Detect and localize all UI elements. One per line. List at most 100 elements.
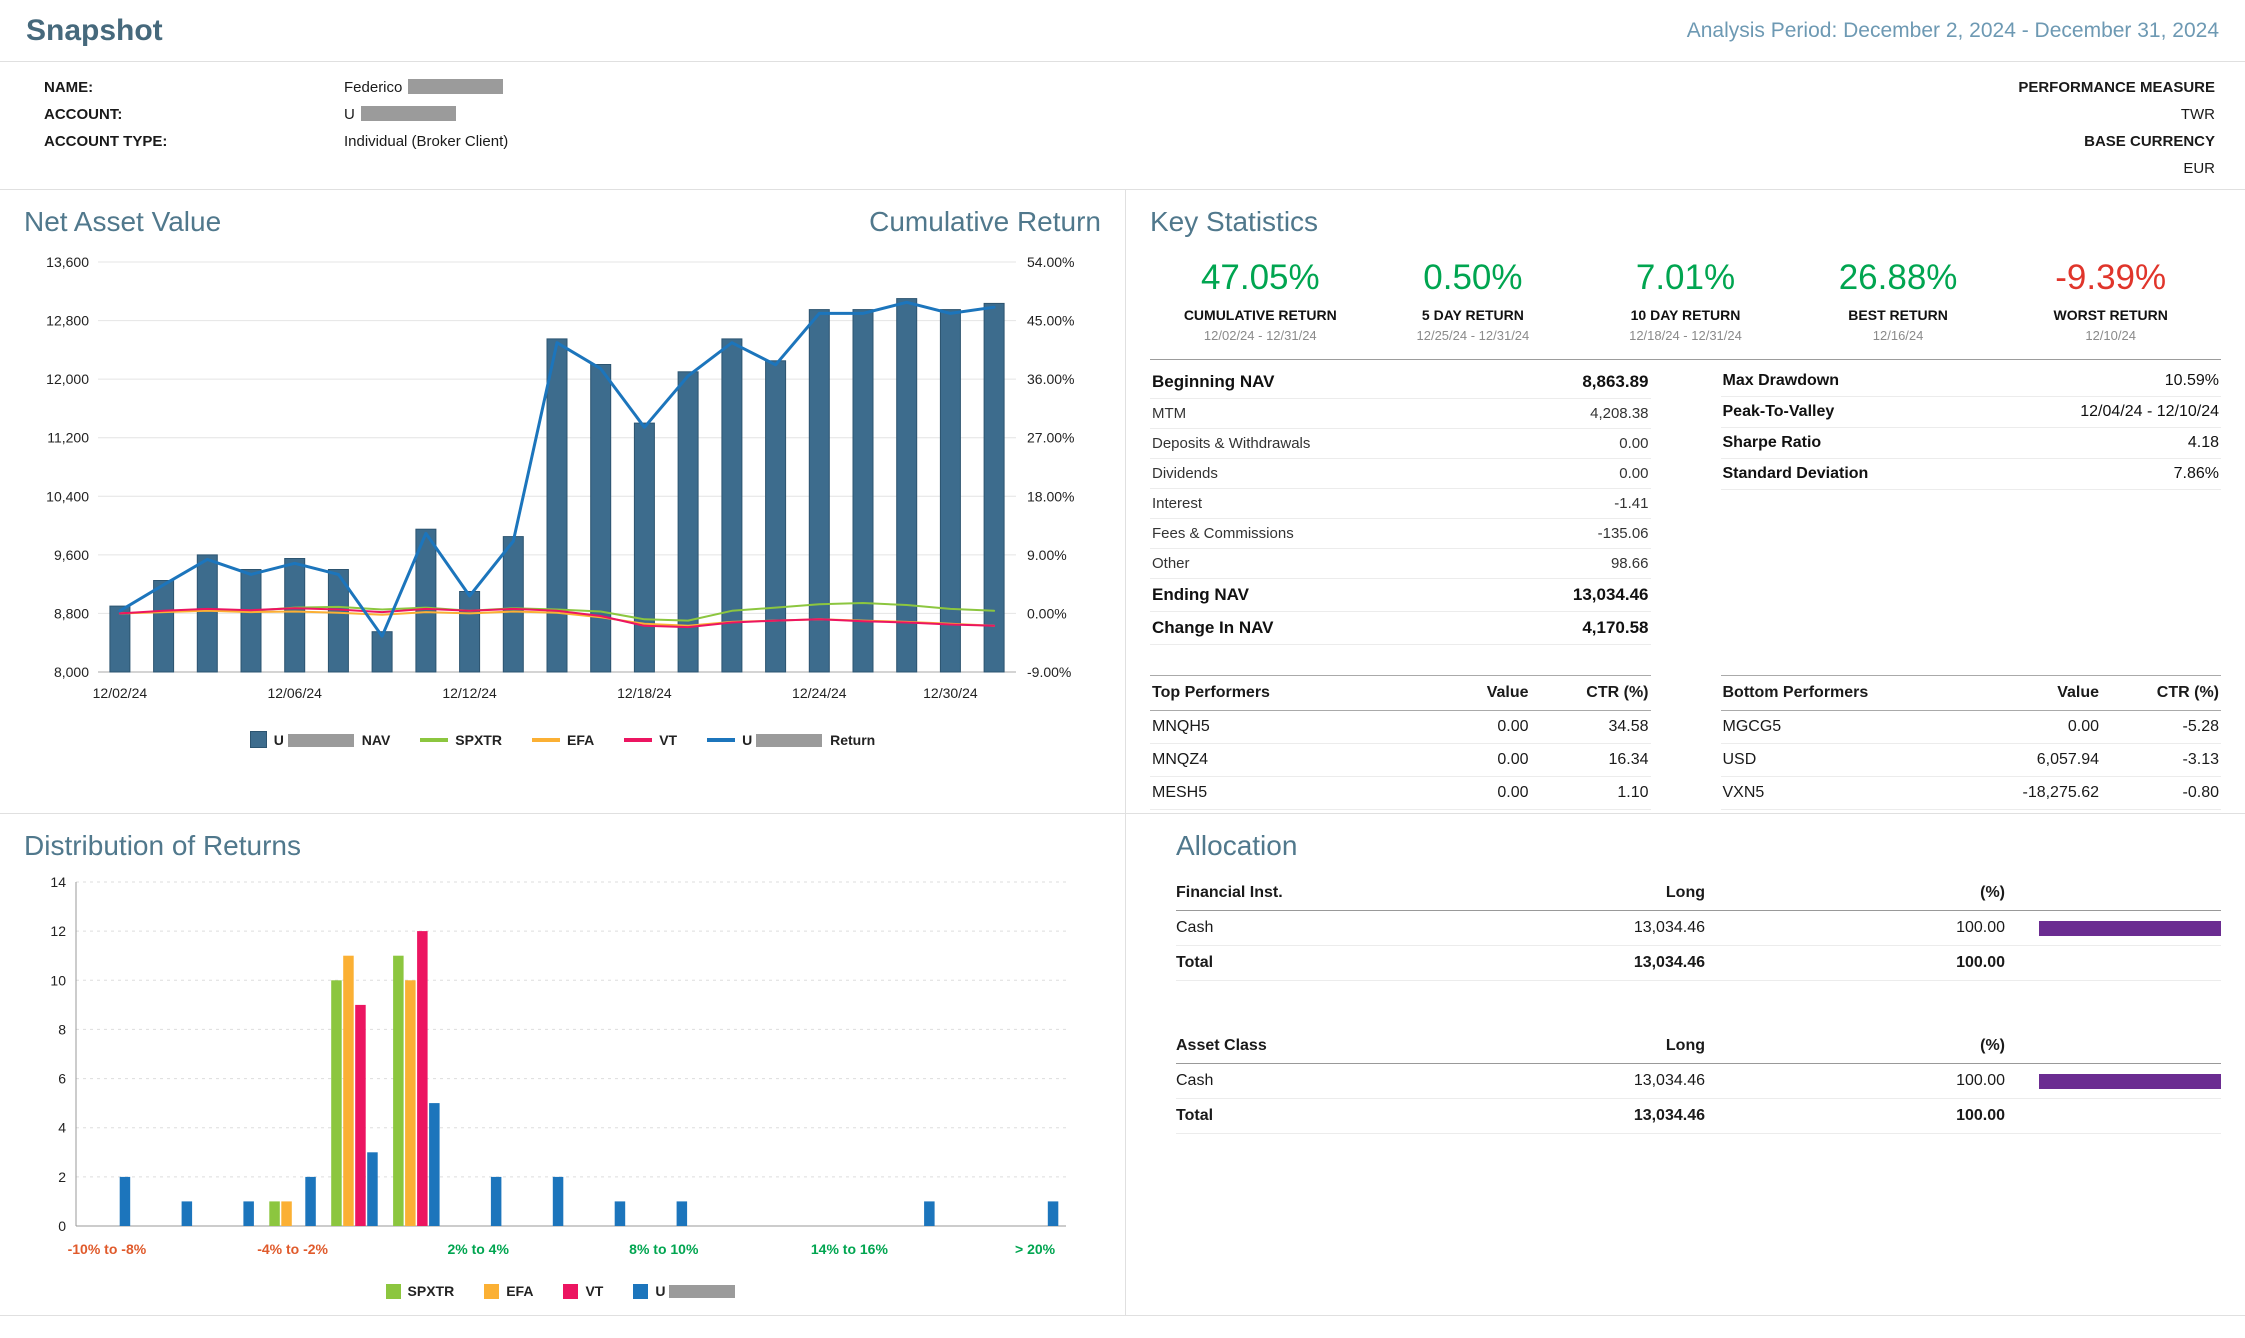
svg-text:54.00%: 54.00% — [1027, 254, 1074, 270]
long-column-header: Long — [1391, 884, 1721, 902]
performer-row: MNQH50.0034.58 — [1150, 711, 1651, 744]
svg-text:8,800: 8,800 — [54, 605, 89, 621]
risk-metric-row: Sharpe Ratio 4.18 — [1721, 428, 2222, 459]
svg-text:13,600: 13,600 — [46, 254, 89, 270]
metric-label: Change In NAV — [1152, 618, 1274, 638]
nav-breakdown-table: Beginning NAV8,863.89MTM4,208.38Deposits… — [1150, 366, 1651, 645]
legend-item: SPXTR — [420, 732, 502, 748]
allocation-table: Asset ClassLong(%)Cash13,034.46100.00Tot… — [1176, 1029, 2221, 1134]
account-info-value: Federico — [344, 74, 503, 101]
account-info-row: NAME:Federico — [44, 74, 508, 101]
allocation-bar — [2039, 1074, 2221, 1089]
stat-period: 12/02/24 - 12/31/24 — [1154, 328, 1367, 343]
metric-label: Standard Deviation — [1723, 465, 1869, 483]
legend-item: EFA — [532, 732, 594, 748]
instrument-ctr: -0.80 — [2099, 784, 2219, 802]
pct-column-header: (%) — [1721, 884, 2021, 902]
legend-marker-efa — [532, 738, 560, 742]
total-label: Total — [1176, 954, 1391, 972]
metric-label: Deposits & Withdrawals — [1152, 435, 1310, 452]
svg-text:2: 2 — [58, 1169, 66, 1185]
svg-text:8: 8 — [58, 1021, 66, 1037]
report-setting-value: TWR — [2018, 101, 2215, 128]
metric-label: Ending NAV — [1152, 585, 1249, 605]
account-info-value-text: Federico — [344, 79, 402, 96]
legend-label: U — [655, 1283, 739, 1299]
allocation-category-header: Financial Inst. — [1176, 884, 1391, 902]
svg-text:-4% to -2%: -4% to -2% — [257, 1241, 328, 1257]
nav-breakdown-row: Other98.66 — [1150, 549, 1651, 579]
svg-text:9.00%: 9.00% — [1027, 547, 1067, 563]
metric-value: 4.18 — [2188, 434, 2219, 452]
svg-text:10,400: 10,400 — [46, 488, 89, 504]
allocation-title: Allocation — [1176, 830, 2221, 862]
legend-label: U NAV — [274, 732, 391, 748]
legend-label: SPXTR — [455, 732, 502, 748]
stat-period: 12/25/24 - 12/31/24 — [1367, 328, 1580, 343]
allocation-row: Cash13,034.46100.00 — [1176, 1064, 2221, 1099]
allocation-long: 13,034.46 — [1391, 1072, 1721, 1090]
risk-metric-row: Standard Deviation 7.86% — [1721, 459, 2222, 490]
allocation-bar — [2039, 921, 2221, 936]
instrument-value: 0.00 — [1359, 751, 1529, 769]
metric-label: Sharpe Ratio — [1723, 434, 1822, 452]
metric-label: Beginning NAV — [1152, 372, 1274, 392]
svg-text:14: 14 — [50, 874, 66, 890]
svg-text:12,000: 12,000 — [46, 371, 89, 387]
metric-value: 4,170.58 — [1582, 618, 1648, 638]
risk-metric-row: Peak-To-Valley12/04/24 - 12/10/24 — [1721, 397, 2222, 428]
legend-marker-u — [250, 731, 267, 748]
legend-label: EFA — [506, 1283, 533, 1299]
distribution-of-returns-panel: Distribution of Returns 02468101214-10% … — [0, 814, 1126, 1316]
ctr-column-header: CTR (%) — [1529, 684, 1649, 702]
stat-value: 26.88% — [1792, 258, 2005, 298]
redaction-box — [756, 734, 822, 747]
stat-block: 26.88%BEST RETURN12/16/24 — [1792, 258, 2005, 343]
stats-tables: Beginning NAV8,863.89MTM4,208.38Deposits… — [1150, 360, 2221, 645]
metric-label: Dividends — [1152, 465, 1218, 482]
account-info-value-text: U — [344, 106, 355, 123]
allocation-table: Financial Inst.Long(%)Cash13,034.46100.0… — [1176, 876, 2221, 981]
allocation-pct: 100.00 — [1721, 1072, 2021, 1090]
instrument-value: 0.00 — [1929, 718, 2099, 736]
redaction-box — [361, 106, 456, 121]
analysis-period: Analysis Period: December 2, 2024 - Dece… — [1687, 19, 2219, 43]
account-info-value-text: Individual (Broker Client) — [344, 133, 508, 150]
account-info-row: ACCOUNT TYPE:Individual (Broker Client) — [44, 128, 508, 155]
metric-label: MTM — [1152, 405, 1186, 422]
metric-value: 10.59% — [2165, 372, 2219, 390]
metric-value: 7.86% — [2174, 465, 2219, 483]
legend-item: EFA — [484, 1283, 533, 1299]
instrument-ctr: -3.13 — [2099, 751, 2219, 769]
performer-row: MNQZ40.0016.34 — [1150, 744, 1651, 777]
legend-item: VT — [563, 1283, 603, 1299]
svg-text:12,800: 12,800 — [46, 313, 89, 329]
report-setting-label: PERFORMANCE MEASURE — [2018, 74, 2215, 101]
instrument-value: 6,057.94 — [1929, 751, 2099, 769]
instrument-value: -18,275.62 — [1929, 784, 2099, 802]
svg-text:2% to 4%: 2% to 4% — [447, 1241, 509, 1257]
svg-text:11,200: 11,200 — [47, 430, 89, 446]
metric-label: Interest — [1152, 495, 1202, 512]
svg-text:36.00%: 36.00% — [1027, 371, 1074, 387]
instrument-name: MNQZ4 — [1152, 751, 1359, 769]
legend-item: VT — [624, 732, 677, 748]
legend-marker-vt — [563, 1284, 578, 1299]
nav-breakdown-row: Interest-1.41 — [1150, 489, 1651, 519]
stat-period: 12/16/24 — [1792, 328, 2005, 343]
instrument-ctr: 16.34 — [1529, 751, 1649, 769]
distribution-title: Distribution of Returns — [24, 830, 1101, 862]
stat-block: 47.05%CUMULATIVE RETURN12/02/24 - 12/31/… — [1154, 258, 1367, 343]
bottom-performers-table: Bottom PerformersValueCTR (%)MGCG50.00-5… — [1721, 675, 2222, 810]
account-info-row: ACCOUNT:U — [44, 101, 508, 128]
stat-value: -9.39% — [2004, 258, 2217, 298]
svg-text:> 20%: > 20% — [1015, 1241, 1056, 1257]
pct-column-header: (%) — [1721, 1037, 2021, 1055]
redaction-box — [408, 79, 503, 94]
legend-marker-u — [633, 1284, 648, 1299]
svg-text:9,600: 9,600 — [54, 547, 89, 563]
allocation-panel: Allocation Financial Inst.Long(%)Cash13,… — [1126, 814, 2245, 1316]
nav-bars — [110, 299, 1004, 672]
metric-label: Fees & Commissions — [1152, 525, 1294, 542]
stat-block: -9.39%WORST RETURN12/10/24 — [2004, 258, 2217, 343]
